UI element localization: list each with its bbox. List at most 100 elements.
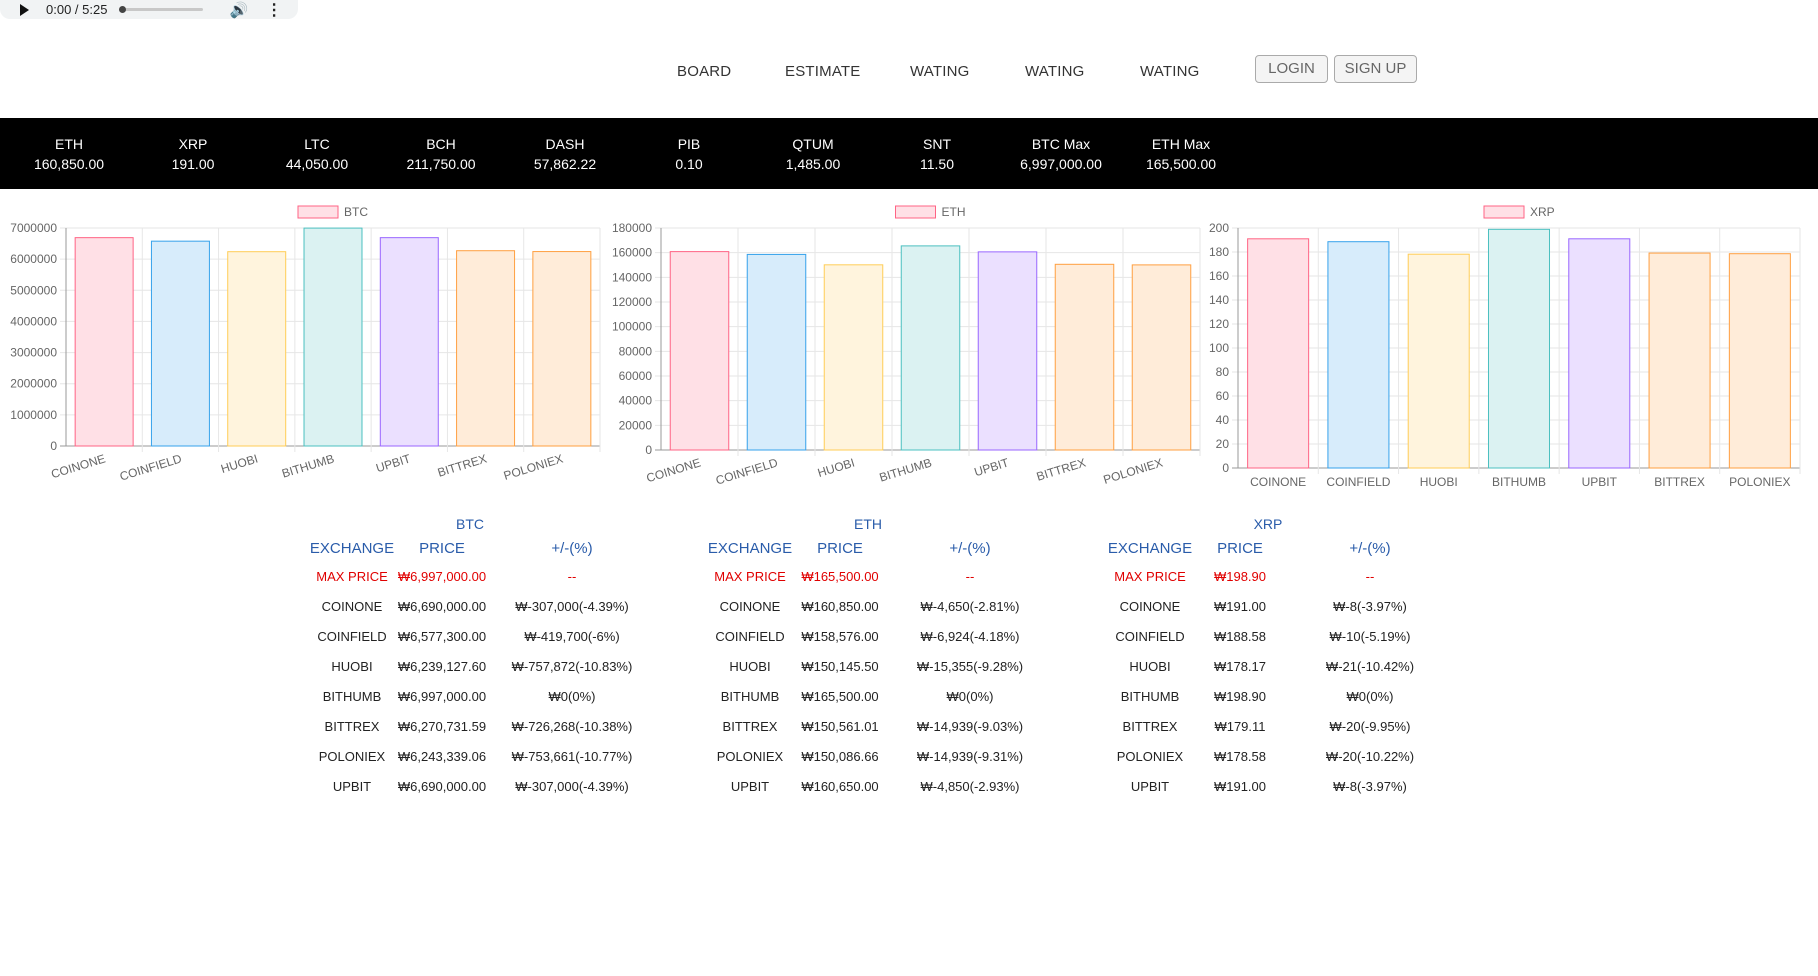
table-cell: ₩-21(-10.42%) <box>1325 659 1415 674</box>
x-tick-label: UPBIT <box>1582 475 1618 489</box>
y-tick-label: 100 <box>1209 341 1229 355</box>
bar-huobi[interactable] <box>1407 253 1470 469</box>
nav-estimate[interactable]: ESTIMATE <box>785 63 861 80</box>
max-price-cell: -- <box>567 569 577 584</box>
x-tick-label: POLONIEX <box>1102 455 1165 486</box>
y-tick-label: 20 <box>1216 437 1230 451</box>
audio-player[interactable]: 0:00 / 5:25 🔊 ⋮ <box>0 0 298 19</box>
table-cell: ₩-726,268(-10.38%) <box>511 719 633 734</box>
table-cell: ₩-307,000(-4.39%) <box>515 599 629 614</box>
x-tick-label: COINONE <box>1250 475 1306 489</box>
bar-upbit[interactable] <box>977 251 1038 451</box>
nav-wating-3[interactable]: WATING <box>1140 63 1200 80</box>
nav-wating-2[interactable]: WATING <box>1025 63 1085 80</box>
ticker-item-pib: PIB 0.10 <box>627 134 751 174</box>
chart-legend[interactable]: BTC <box>297 205 368 219</box>
more-options-icon[interactable]: ⋮ <box>266 0 282 20</box>
signup-button[interactable]: SIGN UP <box>1334 55 1417 83</box>
ticker-item-snt: SNT 11.50 <box>875 134 999 174</box>
login-button[interactable]: LOGIN <box>1255 55 1328 83</box>
max-price-cell: -- <box>965 569 975 584</box>
ticker-value: 1,485.00 <box>785 156 841 172</box>
x-tick-label: POLONIEX <box>1729 475 1790 489</box>
y-tick-label: 40 <box>1216 413 1230 427</box>
y-tick-label: 120000 <box>612 295 652 309</box>
x-tick-label: HUOBI <box>816 455 856 480</box>
table-title: BTC <box>456 516 484 532</box>
bar-coinone[interactable] <box>74 237 134 447</box>
x-tick-label: COINFIELD <box>1326 475 1390 489</box>
price-ticker: ETH 160,850.00 XRP 191.00 LTC 44,050.00 BCH 211… <box>0 118 1818 189</box>
top-navigation: BOARD ESTIMATE WATING WATING WATING LOGI… <box>0 55 1818 85</box>
ticker-item-xrp: XRP 191.00 <box>131 134 255 174</box>
bar-bittrex[interactable] <box>1648 252 1711 469</box>
nav-board[interactable]: BOARD <box>677 63 731 80</box>
max-price-cell: -- <box>1365 569 1375 584</box>
bar-upbit[interactable] <box>379 237 439 447</box>
y-tick-label: 140000 <box>612 270 652 284</box>
bar-bittrex[interactable] <box>456 250 516 447</box>
bar-bithumb[interactable] <box>303 227 363 447</box>
table-cell: ₩-4,850(-2.93%) <box>920 779 1020 794</box>
y-tick-label: 180 <box>1209 245 1229 259</box>
table-cell: ₩-6,924(-4.18%) <box>920 629 1020 644</box>
ticker-item-ltc: LTC 44,050.00 <box>255 134 379 174</box>
bar-coinfield[interactable] <box>1327 241 1390 469</box>
ticker-item-qtum: QTUM 1,485.00 <box>751 134 875 174</box>
bar-coinone[interactable] <box>1247 238 1310 469</box>
table-cell: ₩0(0%) <box>548 689 596 704</box>
y-tick-label: 160000 <box>612 246 652 260</box>
nav-wating-1[interactable]: WATING <box>910 63 970 80</box>
bar-bittrex[interactable] <box>1054 263 1115 451</box>
legend-swatch <box>895 205 936 219</box>
y-tick-label: 20000 <box>619 418 653 432</box>
bar-bithumb[interactable] <box>900 245 961 451</box>
x-tick-label: BITHUMB <box>878 455 934 484</box>
y-tick-label: 3000000 <box>10 346 57 360</box>
ticker-value: 211,750.00 <box>406 156 476 172</box>
x-tick-label: COINFIELD <box>118 451 184 483</box>
bar-coinfield[interactable] <box>746 253 807 451</box>
y-tick-label: 100000 <box>612 320 652 334</box>
table-cell: ₩-419,700(-6%) <box>524 629 620 644</box>
bar-poloniex[interactable] <box>1728 253 1791 469</box>
ticker-name: ETH Max <box>1151 136 1211 152</box>
y-tick-label: 80 <box>1216 365 1230 379</box>
ticker-value: 191.00 <box>171 156 215 172</box>
bar-poloniex[interactable] <box>1131 264 1192 451</box>
play-icon[interactable] <box>20 3 29 16</box>
table-header-change: +/-(%) <box>949 540 991 557</box>
ticker-name: ETH <box>55 136 83 152</box>
x-tick-label: POLONIEX <box>502 451 565 482</box>
ticker-name: DASH <box>545 136 585 152</box>
table-cell: ₩0(0%) <box>946 689 994 704</box>
ticker-item-eth: ETH 160,850.00 <box>7 134 131 174</box>
y-tick-label: 140 <box>1209 293 1229 307</box>
bar-coinfield[interactable] <box>150 240 210 447</box>
x-tick-label: HUOBI <box>219 451 259 476</box>
audio-progress-thumb[interactable] <box>119 6 127 13</box>
bar-bithumb[interactable] <box>1487 228 1551 469</box>
table-cell: ₩0(0%) <box>1346 689 1394 704</box>
y-tick-label: 2000000 <box>10 377 57 391</box>
y-tick-label: 6000000 <box>10 252 57 266</box>
x-tick-label: COINONE <box>645 455 703 485</box>
y-tick-label: 7000000 <box>10 221 57 235</box>
bar-coinone[interactable] <box>669 251 730 451</box>
table-cell: ₩-757,872(-10.83%) <box>511 659 633 674</box>
btc-chart: BTC 0 1000000 2000000 3000000 4000000 5000000 6… <box>0 200 605 500</box>
chart-legend[interactable]: XRP <box>1483 205 1555 219</box>
bar-huobi[interactable] <box>227 251 287 447</box>
bar-poloniex[interactable] <box>532 251 592 447</box>
ticker-value: 11.50 <box>920 156 954 172</box>
audio-progress-slider[interactable] <box>119 6 204 13</box>
ticker-value: 0.10 <box>675 156 703 172</box>
chart-legend[interactable]: ETH <box>895 205 966 219</box>
ticker-value: 160,850.00 <box>33 156 105 172</box>
table-cell: ₩-10(-5.19%) <box>1329 629 1411 644</box>
table-cell: ₩-307,000(-4.39%) <box>515 779 629 794</box>
bar-upbit[interactable] <box>1568 238 1631 469</box>
bar-huobi[interactable] <box>823 264 884 451</box>
table-cell: ₩-8(-3.97%) <box>1333 599 1407 614</box>
volume-icon[interactable]: 🔊 <box>229 1 248 19</box>
